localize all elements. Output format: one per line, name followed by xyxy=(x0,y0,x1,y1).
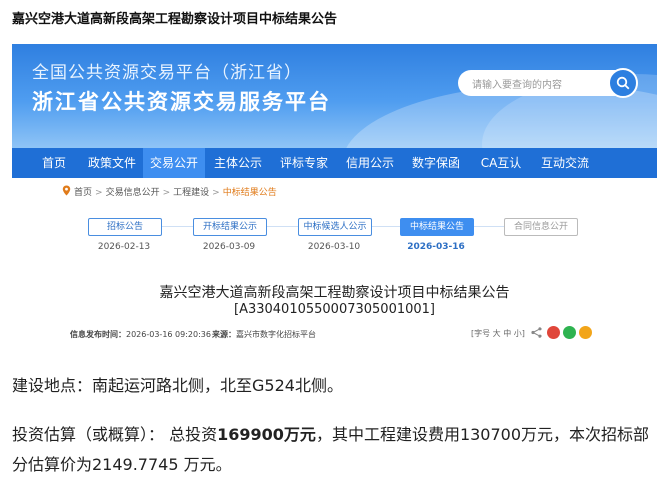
nav-item-experts[interactable]: 评标专家 xyxy=(274,148,334,178)
weibo-icon[interactable] xyxy=(547,326,560,339)
publish-time: 2026-03-16 09:20:36 xyxy=(126,330,211,339)
search-button[interactable] xyxy=(608,68,638,98)
source-value: 嘉兴市数字化招标平台 xyxy=(236,330,316,339)
article-title: 嘉兴空港大道高新段高架工程勘察设计项目中标结果公告 xyxy=(159,285,510,301)
search-input[interactable]: 请输入要查询的内容 xyxy=(472,76,562,91)
step-date: 2026-03-16 xyxy=(407,242,465,252)
nav-item-interact[interactable]: 互动交流 xyxy=(534,148,596,178)
nav-item-ca[interactable]: CA互认 xyxy=(472,148,530,178)
search-icon xyxy=(616,76,630,90)
location-pin-icon xyxy=(62,185,71,196)
site-title[interactable]: 浙江省公共资源交易服务平台 xyxy=(32,86,331,116)
nav-item-subject[interactable]: 主体公示 xyxy=(208,148,268,178)
breadcrumb: 首页 > 交易信息公开 > 工程建设 > 中标结果公告 xyxy=(74,188,277,198)
publish-info: 信息发布时间：2026-03-16 09:20:36 xyxy=(70,329,211,340)
investment-label: 投资估算（或概算）： xyxy=(12,425,165,444)
nav-item-credit[interactable]: 信用公示 xyxy=(340,148,400,178)
breadcrumb-trade-info[interactable]: 交易信息公开 xyxy=(106,188,160,198)
breadcrumb-home[interactable]: 首页 xyxy=(74,188,92,198)
wechat-icon[interactable] xyxy=(563,326,576,339)
step-award-result[interactable]: 中标结果公告 xyxy=(400,218,474,236)
step-candidate[interactable]: 中标候选人公示 xyxy=(298,218,372,236)
investment-total: 169900万元 xyxy=(217,425,316,444)
nav-item-trade[interactable]: 交易公开 xyxy=(143,148,205,178)
nav-item-home[interactable]: 首页 xyxy=(30,148,78,178)
nav-item-guarantee[interactable]: 数字保函 xyxy=(406,148,466,178)
qzone-icon[interactable] xyxy=(579,326,592,339)
location-paragraph: 建设地点：南起运河路北侧，北至G524北侧。 xyxy=(12,372,343,396)
article-code: [A3304010550007305001001] xyxy=(234,302,435,317)
source-label: 来源： xyxy=(212,330,236,339)
site-header: 全国公共资源交易平台（浙江省） 浙江省公共资源交易服务平台 请输入要查询的内容 xyxy=(12,44,657,148)
investment-pre: 总投资 xyxy=(169,425,218,444)
location-value: 南起运河路北侧，北至G524北侧。 xyxy=(92,376,343,395)
step-date: 2026-03-10 xyxy=(307,242,361,252)
page-title: 嘉兴空港大道高新段高架工程勘察设计项目中标结果公告 xyxy=(12,12,338,27)
investment-paragraph: 投资估算（或概算）： 总投资169900万元，其中工程建设费用130700万元，… xyxy=(12,420,660,480)
breadcrumb-construction[interactable]: 工程建设 xyxy=(173,188,209,198)
site-subtitle: 全国公共资源交易平台（浙江省） xyxy=(32,63,302,83)
step-bid-notice[interactable]: 招标公告 xyxy=(88,218,162,236)
source-info: 来源：嘉兴市数字化招标平台 xyxy=(212,329,316,340)
share-icon[interactable] xyxy=(530,326,543,339)
main-nav: 首页 政策文件 交易公开 主体公示 评标专家 信用公示 数字保函 CA互认 互动… xyxy=(12,148,657,178)
nav-item-policy[interactable]: 政策文件 xyxy=(82,148,142,178)
step-opening-result[interactable]: 开标结果公示 xyxy=(193,218,267,236)
font-size-control[interactable]: [字号 大 中 小] xyxy=(471,328,525,339)
breadcrumb-current: 中标结果公告 xyxy=(222,188,277,198)
step-contract-info: 合同信息公开 xyxy=(504,218,578,236)
search-box[interactable]: 请输入要查询的内容 xyxy=(458,68,638,98)
step-date: 2026-02-13 xyxy=(97,242,151,252)
publish-label: 信息发布时间： xyxy=(70,330,126,339)
step-date: 2026-03-09 xyxy=(202,242,256,252)
embedded-screenshot: 全国公共资源交易平台（浙江省） 浙江省公共资源交易服务平台 请输入要查询的内容 … xyxy=(12,44,657,344)
location-label: 建设地点： xyxy=(12,376,93,395)
